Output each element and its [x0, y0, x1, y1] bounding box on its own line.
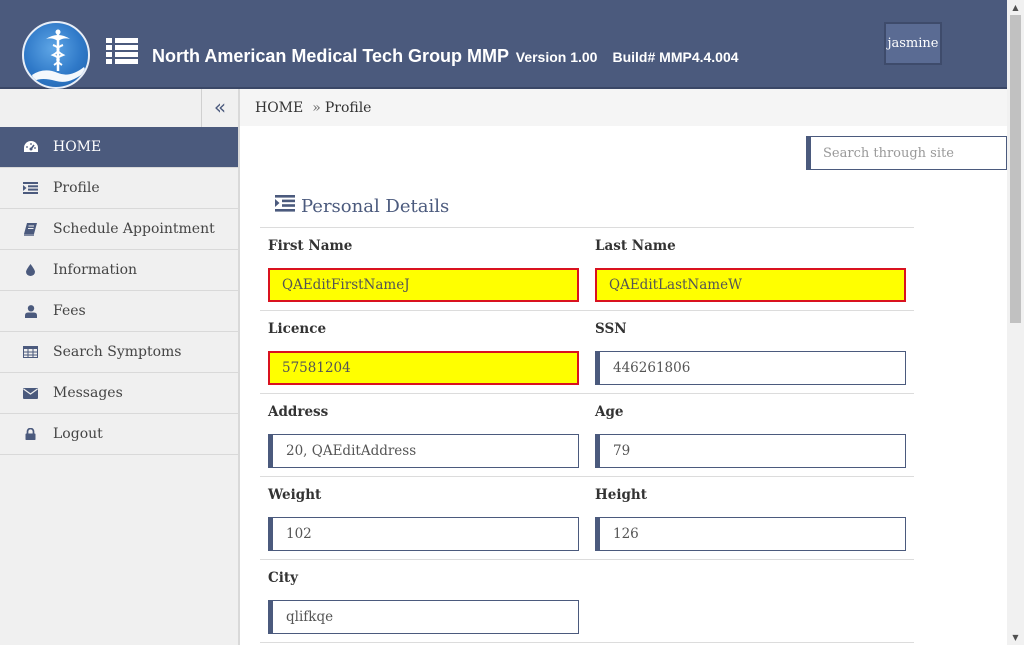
version-label: Version 1.00 — [515, 49, 598, 65]
build-label: Build# MMP4.4.004 — [612, 49, 739, 65]
breadcrumb: HOME » Profile — [240, 89, 1007, 126]
first-name-field[interactable] — [268, 268, 579, 302]
age-label: Age — [595, 404, 624, 420]
app-name: North American Medical Tech Group MMP — [152, 46, 509, 66]
height-field[interactable] — [595, 517, 906, 551]
sidebar-item-search-symptoms[interactable]: Search Symptoms — [0, 332, 238, 373]
sidebar-item-label: Information — [53, 262, 138, 278]
table-icon — [0, 346, 53, 358]
medical-logo[interactable] — [22, 21, 90, 89]
last-name-label: Last Name — [595, 238, 676, 254]
user-menu-button[interactable]: jasmine — [884, 22, 942, 65]
row-divider — [260, 642, 914, 643]
ssn-field[interactable] — [595, 351, 906, 385]
city-field[interactable] — [268, 600, 579, 634]
sidebar-item-label: Profile — [53, 180, 100, 196]
height-label: Height — [595, 487, 647, 503]
row-divider — [260, 393, 914, 394]
sidebar-item-fees[interactable]: Fees — [0, 291, 238, 332]
row-divider — [260, 310, 914, 311]
profile-list-icon — [0, 182, 53, 194]
breadcrumb-home-link[interactable]: HOME — [255, 100, 303, 116]
city-label: City — [268, 570, 298, 586]
app-header: North American Medical Tech Group MMP Ve… — [0, 0, 1007, 89]
last-name-field[interactable] — [595, 268, 906, 302]
collapse-sidebar-button[interactable]: « — [201, 89, 238, 127]
address-label: Address — [268, 404, 329, 420]
sidebar-item-information[interactable]: Information — [0, 250, 238, 291]
dashboard-icon — [0, 140, 53, 154]
sidebar-item-label: Logout — [53, 426, 103, 442]
sidebar-item-label: Fees — [53, 303, 86, 319]
sidebar-item-label: Messages — [53, 385, 123, 401]
row-divider — [260, 476, 914, 477]
sidebar: « HOME Profile Schedule Appointment Info… — [0, 89, 240, 645]
row-divider — [260, 227, 914, 228]
app-title: North American Medical Tech Group MMP Ve… — [152, 46, 739, 67]
weight-label: Weight — [268, 487, 322, 503]
scroll-down-arrow-icon[interactable]: ▼ — [1007, 630, 1024, 645]
weight-field[interactable] — [268, 517, 579, 551]
sidebar-item-label: HOME — [53, 139, 102, 155]
sidebar-item-label: Search Symptoms — [53, 344, 182, 360]
licence-label: Licence — [268, 321, 327, 337]
book-icon — [0, 222, 53, 236]
address-field[interactable] — [268, 434, 579, 468]
drop-icon — [0, 264, 53, 276]
page-scrollbar[interactable]: ▲ ▼ — [1007, 0, 1024, 645]
licence-field[interactable] — [268, 351, 579, 385]
sidebar-item-home[interactable]: HOME — [0, 127, 238, 168]
ssn-label: SSN — [595, 321, 627, 337]
scrollbar-thumb[interactable] — [1010, 15, 1021, 323]
row-divider — [260, 559, 914, 560]
breadcrumb-current: Profile — [324, 99, 372, 116]
menu-list-icon[interactable] — [106, 38, 138, 64]
user-icon — [0, 304, 53, 318]
breadcrumb-separator: » — [312, 99, 321, 116]
age-field[interactable] — [595, 434, 906, 468]
sidebar-item-profile[interactable]: Profile — [0, 168, 238, 209]
details-list-icon — [275, 195, 301, 217]
section-title-text: Personal Details — [301, 195, 450, 217]
section-title: Personal Details — [275, 195, 449, 217]
lock-icon — [0, 428, 53, 440]
sidebar-item-messages[interactable]: Messages — [0, 373, 238, 414]
sidebar-nav: HOME Profile Schedule Appointment Inform… — [0, 127, 238, 455]
sidebar-item-label: Schedule Appointment — [53, 221, 215, 237]
sidebar-item-schedule-appointment[interactable]: Schedule Appointment — [0, 209, 238, 250]
envelope-icon — [0, 387, 53, 399]
site-search-input[interactable] — [806, 136, 1007, 170]
sidebar-item-logout[interactable]: Logout — [0, 414, 238, 455]
first-name-label: First Name — [268, 238, 353, 254]
scroll-up-arrow-icon[interactable]: ▲ — [1007, 0, 1024, 15]
